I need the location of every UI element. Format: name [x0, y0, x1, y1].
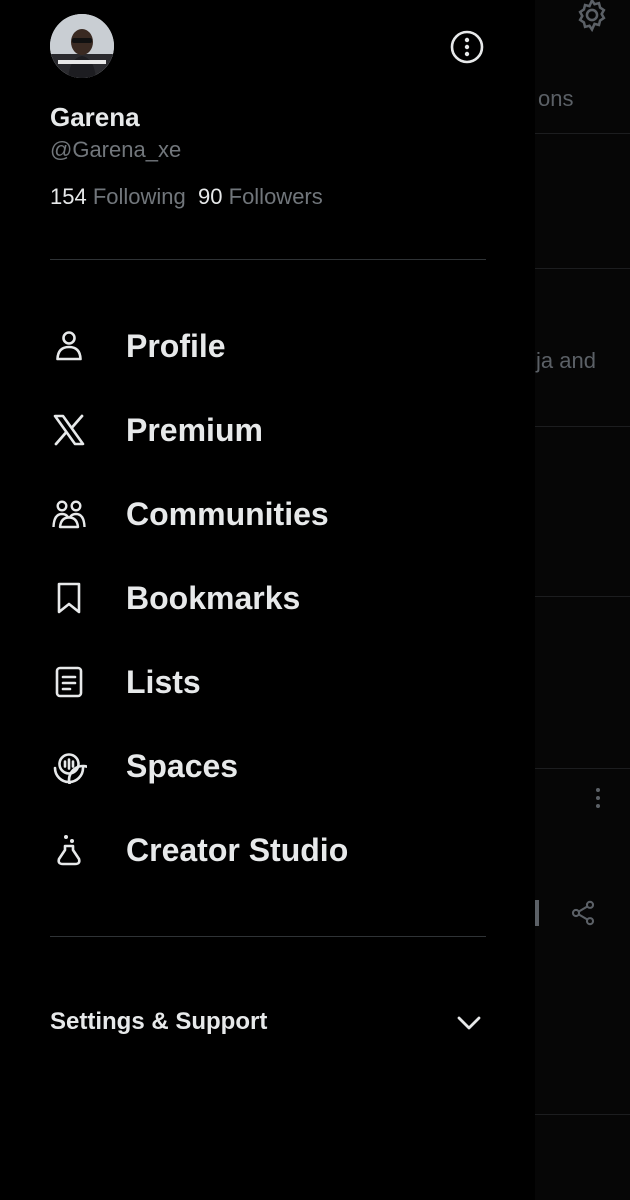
tab-fragment: ons: [538, 86, 574, 111]
divider: [50, 936, 486, 937]
menu-item-label: Profile: [126, 327, 226, 364]
profile-handle: @Garena_xe: [50, 137, 182, 162]
menu-item-lists[interactable]: Lists: [50, 652, 486, 712]
followers-link[interactable]: 90 Followers: [198, 184, 323, 209]
menu-item-creator-studio[interactable]: Creator Studio: [50, 820, 486, 880]
profile-name[interactable]: Garena: [50, 102, 140, 133]
divider: [535, 133, 630, 134]
menu-item-profile[interactable]: Profile: [50, 316, 486, 376]
followers-label: Followers: [228, 184, 323, 209]
divider: [50, 259, 486, 260]
list-icon: [50, 663, 88, 701]
following-count: 154: [50, 184, 87, 209]
menu-item-label: Premium: [126, 411, 263, 448]
following-label: Following: [92, 184, 186, 209]
following-link[interactable]: 154 Following: [50, 184, 186, 209]
menu-item-label: Spaces: [126, 747, 239, 784]
settings-support-toggle[interactable]: Settings & Support: [50, 1000, 486, 1044]
divider: [535, 768, 630, 769]
navigation-drawer: Garena @Garena_xe 154 Following 90 Follo…: [0, 0, 535, 1200]
bookmark-icon: [50, 579, 88, 617]
avatar[interactable]: [50, 14, 114, 78]
share-icon[interactable]: [569, 899, 597, 927]
divider: [535, 596, 630, 597]
more-options-icon[interactable]: [448, 28, 486, 66]
followers-count: 90: [198, 184, 223, 209]
communities-icon: [50, 495, 88, 533]
divider: [535, 1114, 630, 1115]
divider: [535, 900, 539, 926]
x-logo-icon: [50, 411, 88, 449]
menu-item-label: Lists: [126, 663, 201, 700]
menu-item-premium[interactable]: Premium: [50, 400, 486, 460]
chevron-down-icon: [457, 1016, 481, 1030]
flask-icon: [50, 831, 88, 869]
menu-item-communities[interactable]: Communities: [50, 484, 486, 544]
spaces-icon: [50, 747, 88, 785]
person-icon: [50, 327, 88, 365]
gear-icon[interactable]: [573, 0, 611, 34]
menu-item-label: Communities: [126, 495, 329, 532]
menu-item-label: Creator Studio: [126, 831, 349, 868]
timeline-background: [535, 0, 630, 1200]
settings-support-label: Settings & Support: [50, 1008, 268, 1035]
divider: [535, 426, 630, 427]
menu-item-label: Bookmarks: [126, 579, 301, 616]
follow-stats: 154 Following 90 Followers: [50, 184, 323, 210]
more-vertical-icon[interactable]: [590, 787, 606, 809]
divider: [535, 268, 630, 269]
post-text-fragment: ja and: [536, 348, 596, 373]
menu-item-spaces[interactable]: Spaces: [50, 736, 486, 796]
menu-item-bookmarks[interactable]: Bookmarks: [50, 568, 486, 628]
